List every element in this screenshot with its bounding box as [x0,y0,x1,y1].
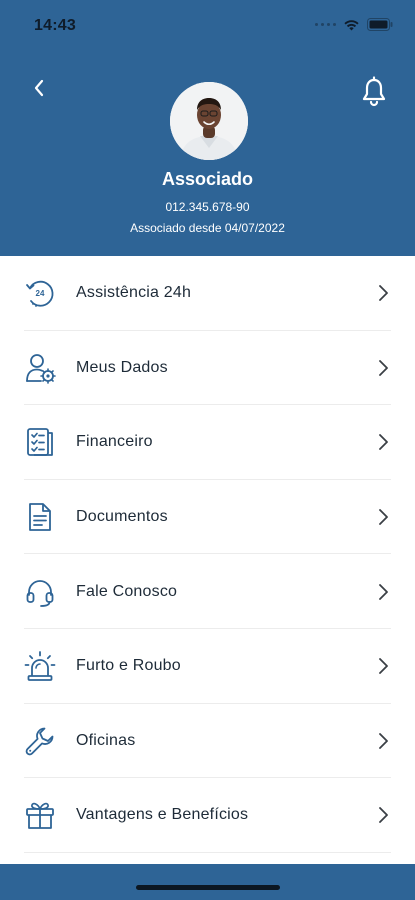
notifications-button[interactable] [359,76,389,108]
chevron-right-icon [379,434,388,451]
menu-item-furto-e-roubo[interactable]: Furto e Roubo [0,629,415,704]
menu-item-label: Vantagens e Benefícios [76,806,249,824]
user-settings-icon [26,353,56,384]
battery-icon [367,18,393,31]
menu-item-oficinas[interactable]: Oficinas [0,704,415,779]
headset-icon [26,579,54,607]
profile-document-number: 012.345.678-90 [165,200,250,214]
document-icon [29,503,51,531]
menu-item-label: Financeiro [76,433,153,451]
chevron-right-icon [379,285,388,302]
chevron-right-icon [379,509,388,525]
divider [24,851,391,853]
menu-item-assistencia-24h[interactable]: 24 Assistência 24h [0,256,415,331]
menu-item-documentos[interactable]: Documentos [0,480,415,555]
wifi-icon [344,19,359,30]
chevron-right-icon [379,583,388,600]
chevron-right-icon [379,658,388,675]
chevron-right-icon [379,359,388,376]
svg-text:24: 24 [36,289,45,298]
menu-item-label: Fale Conosco [76,582,178,600]
status-time: 14:43 [34,17,76,34]
menu-item-fale-conosco[interactable]: Fale Conosco [0,554,415,629]
menu-item-label: Oficinas [76,731,136,749]
wrench-icon [25,727,54,756]
menu-item-label: Furto e Roubo [76,657,181,675]
menu-item-label: Meus Dados [76,358,168,376]
bell-icon [362,76,386,107]
menu-list: 24 Assistência 24h Meus Dados Financeiro… [0,256,415,853]
home-indicator[interactable] [136,885,280,890]
menu-item-meus-dados[interactable]: Meus Dados [0,331,415,406]
gift-icon [26,803,54,830]
avatar[interactable] [170,82,248,160]
assistance-24h-icon: 24 [26,281,54,308]
profile-member-since: Associado desde 04/07/2022 [130,221,285,235]
bottom-bar [0,864,415,900]
alarm-siren-icon [24,651,56,682]
user-photo-icon [170,82,248,160]
chevron-right-icon [379,807,388,824]
status-bar: 14:43 [0,0,415,54]
cellular-signal-icon [315,23,336,26]
profile-header: 14:43 Associado 012.345.678-90 Associado… [0,0,415,256]
back-button[interactable] [27,76,51,100]
chevron-right-icon [379,732,388,749]
profile-name: Associado [161,169,254,189]
menu-item-vantagens-e-beneficios[interactable]: Vantagens e Benefícios [0,778,415,853]
chevron-left-icon [34,79,44,97]
menu-item-label: Assistência 24h [76,284,192,302]
finance-checklist-icon [27,428,53,457]
menu-item-financeiro[interactable]: Financeiro [0,405,415,480]
menu-item-label: Documentos [76,508,168,526]
status-icons [315,18,393,31]
